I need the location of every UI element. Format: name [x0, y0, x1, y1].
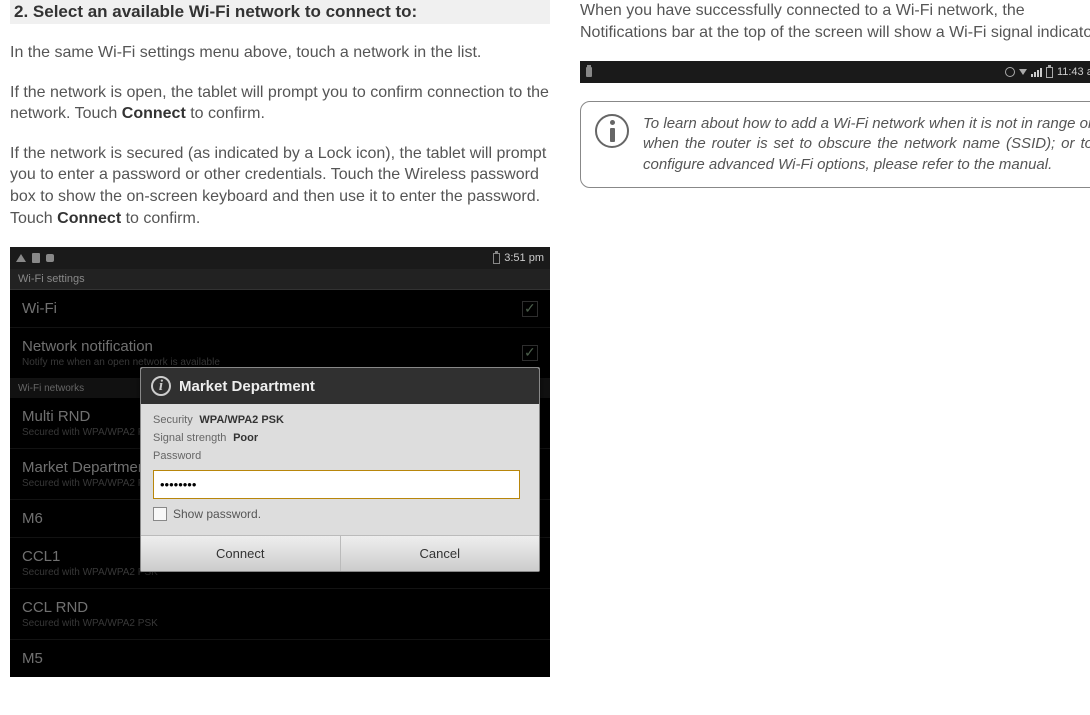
- paragraph-open-network: If the network is open, the tablet will …: [10, 82, 550, 125]
- usb-icon: [586, 67, 592, 77]
- network-row-ccl-rnd[interactable]: CCL RND Secured with WPA/WPA2 PSK: [10, 589, 550, 640]
- wifi-checkbox[interactable]: [522, 301, 538, 317]
- network-security: Secured with WPA/WPA2 PSK: [22, 618, 158, 629]
- network-name: CCL1: [22, 548, 158, 565]
- text-segment: to confirm.: [186, 105, 265, 122]
- security-value: WPA/WPA2 PSK: [199, 414, 284, 426]
- signal-label: Signal strength: [153, 432, 226, 444]
- usb-icon: [32, 253, 40, 263]
- battery-icon: [493, 253, 500, 264]
- connect-button[interactable]: Connect: [141, 536, 341, 571]
- settings-screen-title: Wi-Fi settings: [10, 269, 550, 290]
- battery-icon: [1046, 67, 1053, 78]
- network-row-m5[interactable]: M5: [10, 640, 550, 677]
- network-name: M5: [22, 650, 43, 667]
- network-name: Market Department: [22, 459, 158, 476]
- network-security: Secured with WPA/WPA2 PSK: [22, 567, 158, 578]
- connect-bold: Connect: [122, 105, 186, 122]
- network-name: M6: [22, 510, 43, 527]
- wifi-settings-screenshot: 3:51 pm Wi-Fi settings Wi-Fi Network not…: [10, 247, 550, 677]
- network-name: CCL RND: [22, 599, 158, 616]
- show-password-label: Show password.: [173, 507, 261, 521]
- signal-value: Poor: [233, 432, 258, 444]
- info-icon: [595, 114, 629, 148]
- sync-icon: [1005, 67, 1015, 77]
- wifi-password-dialog: i Market Department Security WPA/WPA2 PS…: [140, 367, 540, 572]
- show-password-checkbox[interactable]: [153, 507, 167, 521]
- status-icon: [46, 254, 54, 262]
- password-input[interactable]: [153, 470, 520, 499]
- text-segment: to confirm.: [121, 210, 200, 227]
- dialog-title: Market Department: [179, 378, 315, 395]
- connect-bold: Connect: [57, 210, 121, 227]
- notification-bar-screenshot: 11:43 am: [580, 61, 1090, 83]
- warning-icon: [16, 254, 26, 262]
- dialog-header: i Market Department: [141, 368, 539, 404]
- cancel-button[interactable]: Cancel: [341, 536, 540, 571]
- info-icon: i: [151, 376, 171, 396]
- network-name: Multi RND: [22, 408, 158, 425]
- wifi-label: Wi-Fi: [22, 300, 57, 317]
- paragraph-intro: In the same Wi-Fi settings menu above, t…: [10, 42, 550, 64]
- download-icon: [1019, 69, 1027, 75]
- notification-checkbox[interactable]: [522, 345, 538, 361]
- text-segment: If the network is open, the tablet will …: [10, 84, 549, 123]
- status-bar: 3:51 pm: [10, 247, 550, 269]
- wifi-signal-icon: [1031, 68, 1042, 77]
- network-security: Secured with WPA/WPA2 PSK: [22, 427, 158, 438]
- step-heading: 2. Select an available Wi-Fi network to …: [10, 0, 550, 24]
- password-label: Password: [153, 450, 201, 462]
- security-label: Security: [153, 414, 193, 426]
- network-security: Secured with WPA/WPA2 PSK: [22, 478, 158, 489]
- status-time: 3:51 pm: [504, 252, 544, 264]
- status-time: 11:43 am: [1057, 66, 1090, 78]
- paragraph-connected: When you have successfully connected to …: [580, 0, 1090, 43]
- paragraph-secured-network: If the network is secured (as indicated …: [10, 143, 550, 229]
- info-callout: To learn about how to add a Wi-Fi networ…: [580, 101, 1090, 188]
- wifi-toggle-row[interactable]: Wi-Fi: [10, 290, 550, 328]
- info-text: To learn about how to add a Wi-Fi networ…: [643, 114, 1090, 175]
- notification-title: Network notification: [22, 338, 220, 355]
